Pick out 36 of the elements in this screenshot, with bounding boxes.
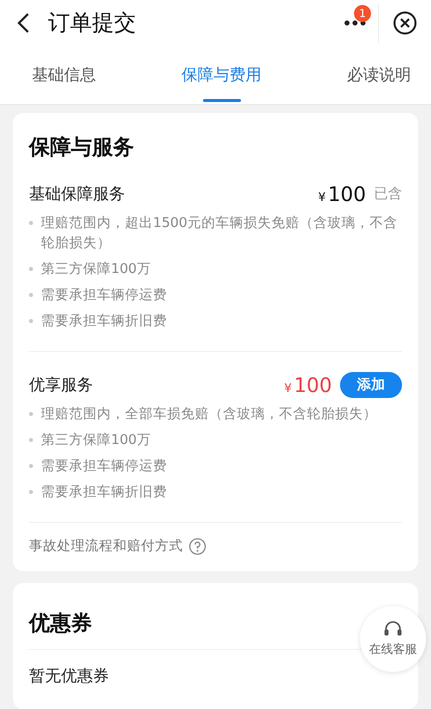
page-title: 订单提交 <box>48 10 137 38</box>
bullet-icon <box>29 293 33 297</box>
close-icon[interactable] <box>393 11 417 35</box>
coverage-item: 理赔范围内，全部车损免赔（含玻璃，不含轮胎损失） <box>41 405 378 424</box>
coverage-item: 需要承担车辆折旧费 <box>41 312 168 331</box>
tab-indicator <box>202 99 240 102</box>
bullet-icon <box>29 490 33 494</box>
coverage-item: 需要承担车辆停运费 <box>41 286 168 305</box>
help-icon[interactable] <box>189 538 206 554</box>
plan-name: 优享服务 <box>29 374 94 396</box>
plan-price: ¥100 <box>284 373 332 397</box>
bullet-icon <box>29 464 33 468</box>
coverage-item: 需要承担车辆停运费 <box>41 457 168 476</box>
bullet-icon <box>29 221 33 225</box>
bullet-icon <box>29 319 33 323</box>
claims-process-link[interactable]: 事故处理流程和赔付方式 <box>29 537 183 555</box>
coverage-item: 第三方保障100万 <box>41 260 152 279</box>
plan-price: ¥100 <box>318 182 366 206</box>
included-label: 已含 <box>374 185 402 203</box>
tab[interactable]: 必读说明 <box>347 46 411 104</box>
add-button[interactable]: 添加 <box>340 372 402 398</box>
more-icon[interactable] <box>344 20 366 26</box>
bullet-icon <box>29 412 33 416</box>
section-title: 保障与服务 <box>29 134 135 161</box>
empty-message: 暂无优惠券 <box>29 666 110 687</box>
plan-name: 基础保障服务 <box>29 184 126 204</box>
tab[interactable]: 基础信息 <box>32 46 96 104</box>
bullet-icon <box>29 438 33 442</box>
notification-badge: 1 <box>354 5 371 22</box>
coverage-item: 第三方保障100万 <box>41 431 152 450</box>
bullet-icon <box>29 267 33 271</box>
coverage-item: 理赔范围内，超出1500元的车辆损失免赔（含玻璃，不含轮胎损失） <box>41 214 398 253</box>
back-icon[interactable] <box>16 12 30 34</box>
headset-icon <box>383 620 403 638</box>
tab[interactable]: 保障与费用 <box>182 46 262 104</box>
coverage-item: 需要承担车辆折旧费 <box>41 483 168 502</box>
